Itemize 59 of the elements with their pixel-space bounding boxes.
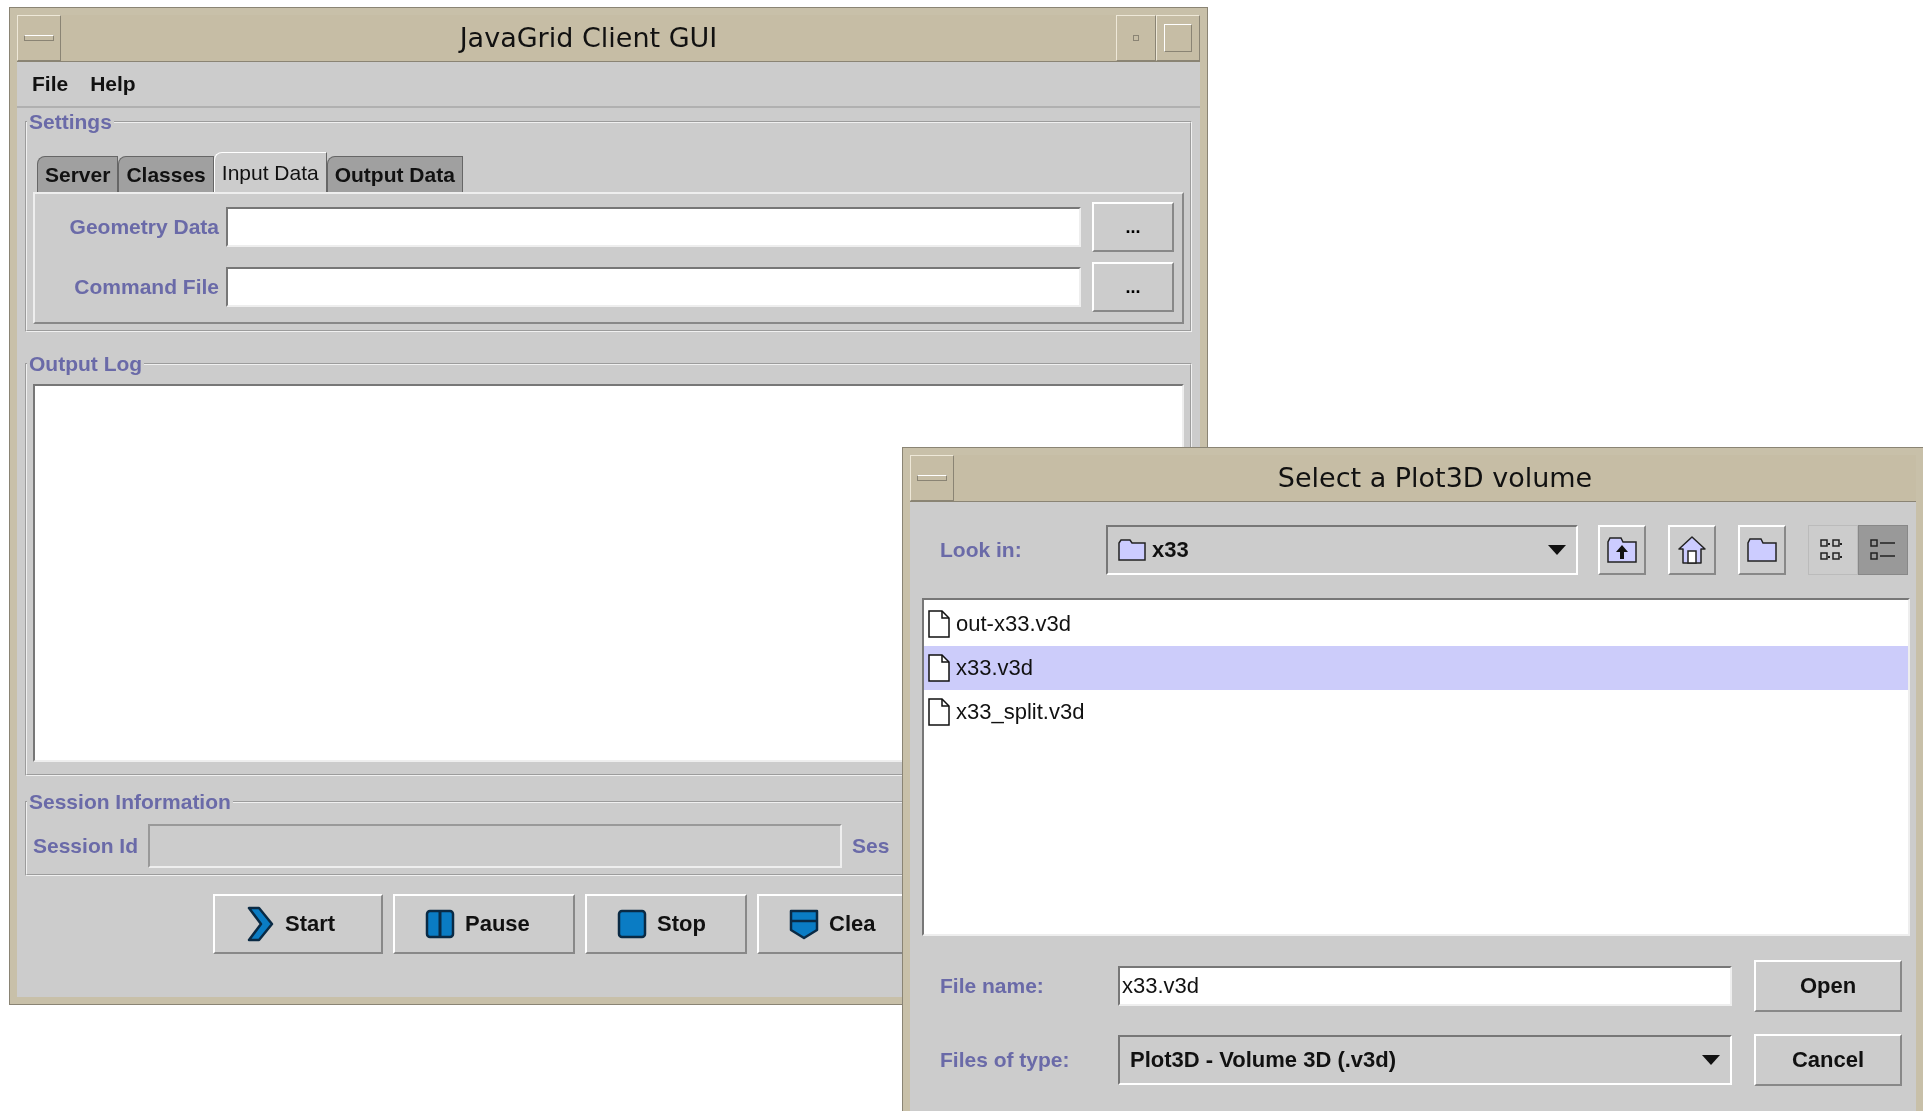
details-view-button[interactable] [1858, 525, 1908, 575]
session-id-field[interactable] [148, 824, 843, 868]
menu-item[interactable]: File [32, 72, 69, 96]
folder-up-icon [1607, 537, 1637, 563]
window-menu-button[interactable] [17, 15, 61, 61]
chevron-icon [245, 906, 275, 942]
start-button[interactable]: Start [213, 894, 383, 954]
group-title: Settings [28, 110, 113, 134]
look-in-dropdown[interactable]: x33 [1106, 525, 1578, 575]
text-field[interactable] [226, 207, 1081, 247]
details-list-icon [1869, 537, 1897, 563]
field-label: Ses [852, 834, 890, 858]
up-folder-button[interactable] [1598, 525, 1646, 575]
pause-button[interactable]: Pause [393, 894, 575, 954]
field-label: Command File [73, 275, 219, 299]
browse-button[interactable]: ... [1092, 262, 1174, 312]
folder-icon [1747, 538, 1777, 562]
file-row[interactable]: x33.v3d [924, 646, 1908, 690]
text-field[interactable] [226, 267, 1081, 307]
home-button[interactable] [1668, 525, 1716, 575]
field-label: Files of type: [939, 1048, 1071, 1072]
file-type-dropdown[interactable]: Plot3D - Volume 3D (.v3d) [1118, 1035, 1732, 1085]
window-menu-button[interactable] [910, 455, 954, 501]
tab[interactable]: Classes [118, 156, 214, 192]
group-title: Session Information [28, 790, 232, 814]
file-icon [928, 610, 950, 638]
dropdown-value: x33 [1152, 537, 1190, 563]
file-icon [928, 698, 950, 726]
open-button[interactable]: Open [1754, 960, 1902, 1012]
tab[interactable]: Output Data [326, 156, 463, 192]
field-label: Look in: [939, 538, 1023, 562]
file-icon [928, 654, 950, 682]
group-title: Output Log [28, 352, 144, 376]
tab[interactable]: Input Data [213, 152, 327, 192]
window-title: JavaGrid Client GUI [457, 21, 719, 55]
window-title: Select a Plot3D volume [1276, 461, 1594, 495]
file-row[interactable]: out-x33.v3d [924, 602, 1908, 646]
field-label: Geometry Data [68, 215, 219, 239]
browse-button[interactable]: ... [1092, 202, 1174, 252]
pause-icon [425, 909, 455, 939]
file-name-field[interactable]: x33.v3d [1118, 966, 1732, 1006]
menu-item[interactable]: Help [90, 72, 136, 96]
field-label: File name: [939, 974, 1045, 998]
tab[interactable]: Server [37, 156, 119, 192]
dropdown-value: Plot3D - Volume 3D (.v3d) [1130, 1047, 1398, 1073]
minimize-button[interactable] [1116, 15, 1156, 61]
cancel-button[interactable]: Cancel [1754, 1034, 1902, 1086]
folder-icon [1118, 539, 1146, 561]
new-folder-button[interactable] [1738, 525, 1786, 575]
caret-icon [1702, 1055, 1720, 1065]
home-icon [1677, 536, 1707, 564]
file-row[interactable]: x33_split.v3d [924, 690, 1908, 734]
maximize-button[interactable] [1156, 15, 1200, 61]
field-label: Session Id [33, 834, 139, 858]
stop-icon [617, 909, 647, 939]
list-view-button[interactable] [1808, 525, 1858, 575]
shield-icon [789, 908, 819, 940]
stop-button[interactable]: Stop [585, 894, 747, 954]
caret-icon [1548, 545, 1566, 555]
